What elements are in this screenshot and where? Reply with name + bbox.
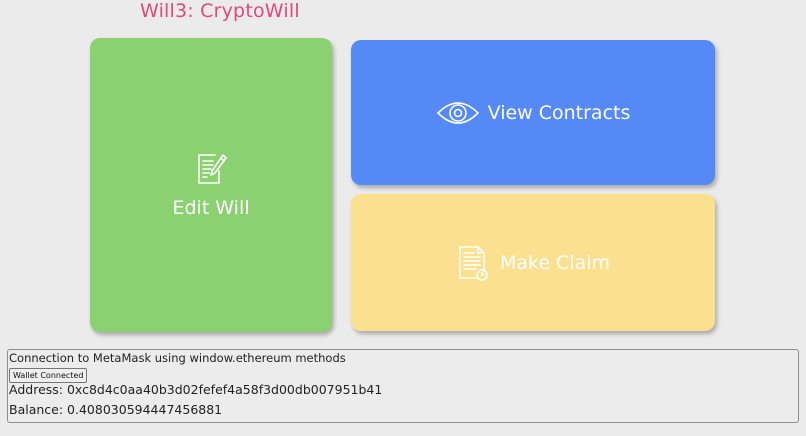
wallet-connected-button[interactable]: Wallet Connected <box>9 368 88 383</box>
edit-will-tile[interactable]: Edit Will <box>90 38 332 332</box>
view-contracts-label: View Contracts <box>487 101 631 124</box>
make-claim-tile[interactable]: Make Claim <box>351 194 715 331</box>
make-claim-label: Make Claim <box>499 251 611 274</box>
wallet-heading: Connection to MetaMask using window.ethe… <box>9 351 346 365</box>
wallet-balance: Balance: 0.408030594447456881 <box>9 402 222 417</box>
edit-will-label: Edit Will <box>172 197 250 219</box>
document-clock-icon <box>456 245 490 281</box>
document-edit-icon <box>193 151 229 187</box>
eye-icon <box>436 99 480 127</box>
wallet-panel: Connection to MetaMask using window.ethe… <box>7 349 799 423</box>
balance-value: 0.408030594447456881 <box>67 402 223 417</box>
address-value: 0xc8d4c0aa40b3d02fefef4a58f3d00db007951b… <box>66 382 383 397</box>
view-contracts-tile[interactable]: View Contracts <box>351 40 715 185</box>
wallet-address: Address: 0xc8d4c0aa40b3d02fefef4a58f3d00… <box>9 382 382 397</box>
app-title: Will3: CryptoWill <box>140 0 300 22</box>
balance-label: Balance: <box>9 402 68 417</box>
address-label: Address: <box>9 382 67 397</box>
